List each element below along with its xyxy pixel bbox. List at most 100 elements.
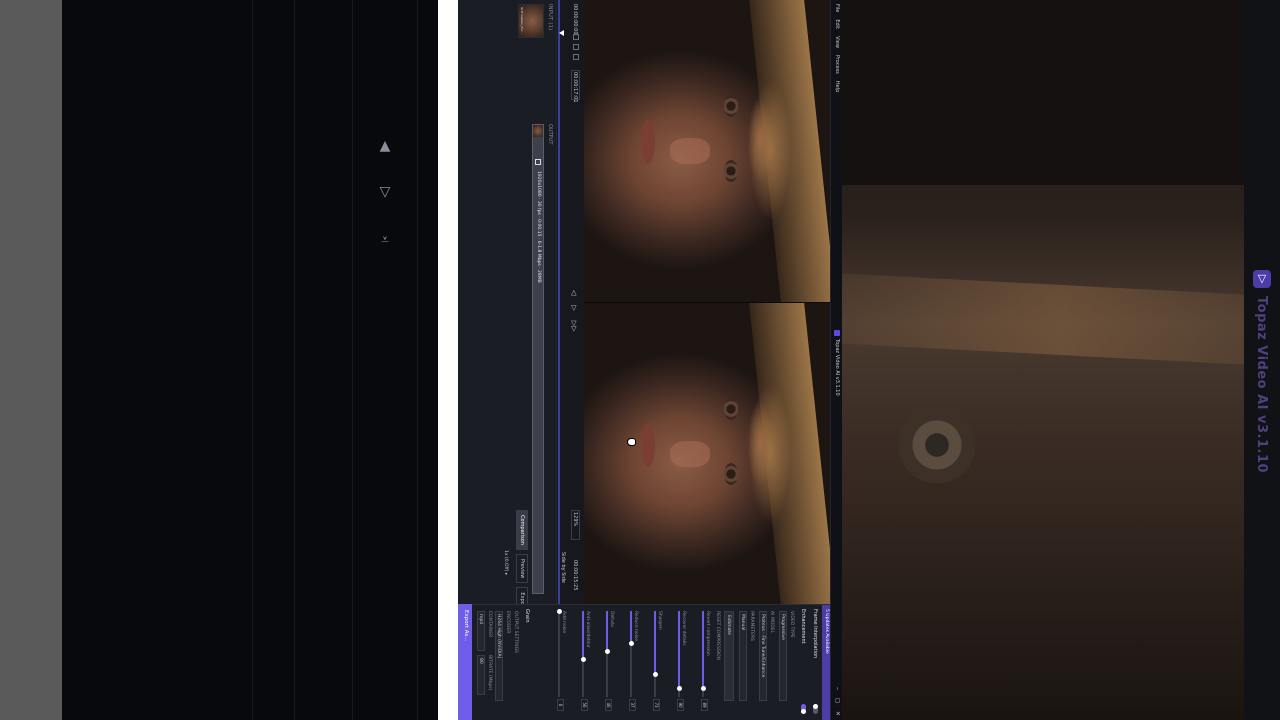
play-icon[interactable]: ▷ [570,305,578,310]
settings-panel: 5 Updates Available Frame Interpolation … [458,604,830,720]
slider-track[interactable] [605,611,610,697]
ai-model-select[interactable]: Proteus - Fine Tune/Enhance [759,611,767,701]
enhancement-section[interactable]: Enhancement [800,609,806,644]
slider-track[interactable] [653,611,658,697]
menu-help[interactable]: Help [834,81,840,92]
container-select[interactable]: mp4 [477,611,485,651]
menu-file[interactable]: File [834,4,840,12]
output-thumbnail [533,125,543,137]
view-single-icon[interactable] [573,34,579,40]
video-preview-area[interactable] [584,0,830,605]
title-bar: File Edit View Process Help Topaz Video … [830,0,842,720]
slider-value[interactable]: 46 [605,699,612,711]
original-preview-pane[interactable] [584,0,830,302]
view-side-icon[interactable] [573,54,579,60]
slider-track[interactable] [629,611,634,697]
playhead-handle[interactable] [559,30,564,36]
slider-label: Anti-alias/deblur [585,611,590,648]
slider-anti-alias-deblur[interactable]: Anti-alias/deblur 56 [581,611,590,711]
container-label: CONTAINER [487,611,492,638]
output-checkbox[interactable] [535,159,541,165]
prev-frame-icon[interactable]: ◁ [570,290,578,295]
slider-value[interactable]: 73 [653,699,660,711]
slider-knob[interactable] [677,686,682,692]
timeline-track[interactable] [558,0,560,604]
bitrate-label: BITRATE (Mbps) [487,655,492,691]
frame-interpolation-toggle[interactable] [813,704,818,714]
input-thumb-caption: ILUT Golden_Fox... [520,7,524,35]
encoder-label: ENCODER [505,611,510,634]
step-back-icon[interactable]: ▲ [377,138,393,154]
menu-edit[interactable]: Edit [834,19,840,29]
view-mode-icons [573,34,579,60]
menu-bar: File Edit View Process Help [834,4,840,92]
slider-reduce-noise[interactable]: Reduce noise 37 [629,611,638,711]
app-title-text: Topaz Video AI v3.1.10 [834,339,840,396]
close-button[interactable]: ✕ [834,711,841,716]
slider-dehalo[interactable]: Dehalo 46 [605,611,614,711]
slider-sharpen[interactable]: Sharpen 73 [653,611,662,711]
bottom-panel: INPUT (1) ILUT Golden_Fox... OUTPUT 1920… [458,0,556,614]
slider-label: Reduce noise [633,611,638,642]
slider-knob[interactable] [701,685,706,691]
slider-label: Sharpen [657,611,662,630]
zoom-select[interactable]: 129% [571,510,580,540]
compare-mode-select[interactable]: Side by Side [560,552,566,583]
export-as-button[interactable]: Export As... [458,604,472,720]
slider-add-noise[interactable]: Add noise 0 [557,609,566,711]
skip-forward-icon[interactable]: ⩡ [377,232,393,248]
encoder-select[interactable]: H264 High (NVIDIA) [495,611,503,701]
slider-knob[interactable] [557,609,562,614]
view-split-icon[interactable] [573,44,579,50]
down-triangle-icon[interactable]: ▽ [377,184,393,200]
tab-preview[interactable]: Preview [516,553,528,584]
slider-track[interactable] [677,611,682,697]
enhancement-toggle[interactable] [801,704,806,714]
estimate-button[interactable]: Estimate [724,611,734,701]
frame-interpolation-section[interactable]: Frame Interpolation [812,609,818,658]
slider-label: Add noise [561,611,566,634]
input-thumbnail[interactable]: ILUT Golden_Fox... [518,4,544,38]
updates-banner[interactable]: 5 Updates Available [822,605,830,720]
maximize-button[interactable]: ◻ [834,698,841,703]
slider-knob[interactable] [605,648,610,654]
slider-value[interactable]: 56 [581,699,588,711]
next-frame-icon[interactable]: ▷▷ [570,321,578,332]
slider-track[interactable] [557,609,562,697]
slider-track[interactable] [581,611,586,697]
white-strip [438,0,458,720]
slider-label: Dehalo [609,611,614,627]
output-item[interactable]: 1920x1080 · 30 fps · 0:00:15 · 6-1.8 Mbp… [532,124,544,594]
slider-knob[interactable] [653,671,658,677]
slider-recover-details[interactable]: Recover details 90 [677,611,686,711]
bottom-tabs: Comparison Preview Export [516,510,528,614]
parameters-select[interactable]: Manual [739,611,747,701]
watermark-text: Topaz Video AI v3.1.10 [1254,296,1269,474]
timecode-start: 00:00:00:00 [572,4,578,35]
slider-value[interactable]: 0 [557,699,564,711]
left-gray-margin [0,0,62,720]
menu-process[interactable]: Process [834,55,840,74]
tab-comparison[interactable]: Comparison [516,510,528,550]
grain-checkbox[interactable]: Grain [524,609,530,623]
current-timecode-field[interactable]: 00:00:17:01 [571,70,580,103]
slider-track[interactable] [701,611,706,697]
playback-bar: 00:00:00:00 00:00:17:01 ◁ ▷ ▷▷ 129% 00:0… [556,0,584,604]
minimize-button[interactable]: – [834,687,841,690]
menu-view[interactable]: View [834,36,840,48]
slider-knob[interactable] [629,640,634,646]
slider-knob[interactable] [581,657,586,663]
slider-fill [630,611,632,643]
slider-revert-compression[interactable]: Revert compression 89 [701,611,710,711]
slider-value[interactable]: 37 [629,699,636,711]
slider-value[interactable]: 89 [701,699,708,711]
bitrate-field[interactable]: 80 [477,655,485,695]
slider-fill [606,611,608,651]
output-settings-label: OUTPUT SETTINGS [513,611,518,653]
video-type-select[interactable]: Progressive [779,611,787,701]
output-details: 1920x1080 · 30 fps · 0:00:15 · 6-1.8 Mbp… [536,171,541,283]
enhanced-preview-pane[interactable] [584,303,830,605]
output-header: OUTPUT [547,124,553,145]
ai-model-label: AI MODEL [769,611,774,634]
slider-value[interactable]: 90 [677,699,684,711]
